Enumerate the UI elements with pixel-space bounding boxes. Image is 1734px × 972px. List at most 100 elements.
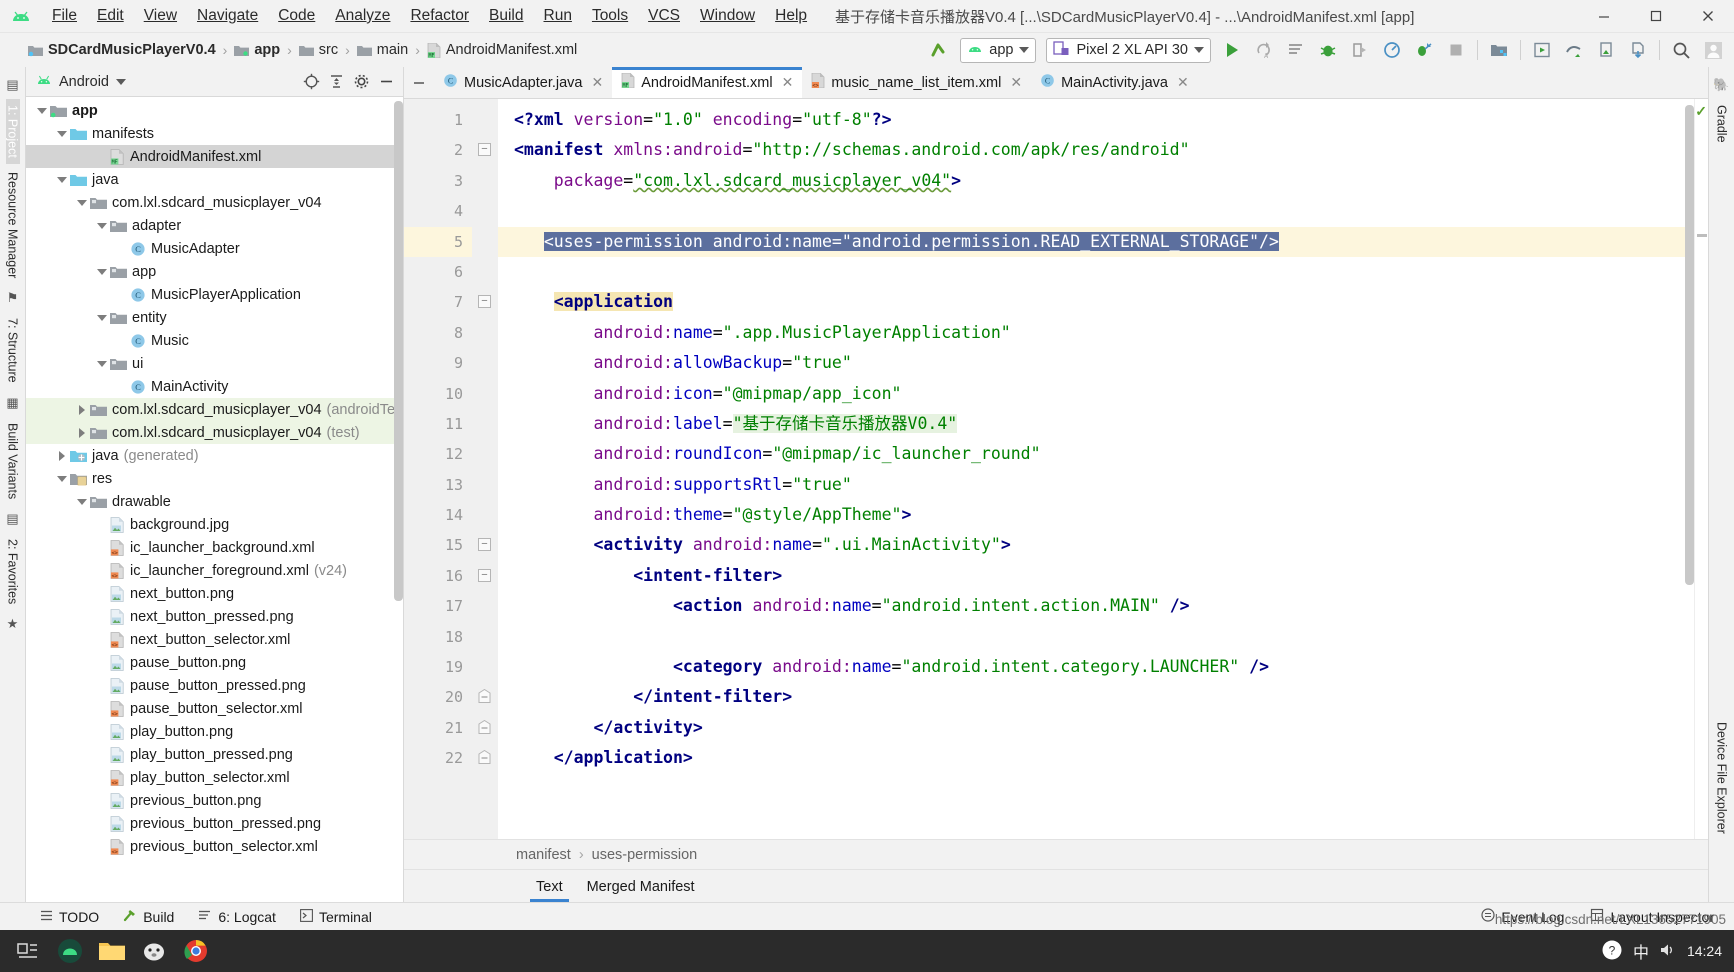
tree-row[interactable]: C MusicAdapter	[26, 237, 403, 260]
apply-code-changes-icon[interactable]	[1281, 36, 1311, 64]
tree-twisty-expanded-icon[interactable]	[34, 107, 50, 114]
debug-icon[interactable]	[1313, 36, 1343, 64]
menu-item-run[interactable]: Run	[534, 4, 582, 28]
menu-item-file[interactable]: File	[42, 4, 87, 28]
code-folding-gutter[interactable]: − − − −	[472, 99, 498, 839]
tree-row[interactable]: play_button.png	[26, 720, 403, 743]
tree-twisty-expanded-icon[interactable]	[94, 222, 110, 229]
task-view-icon[interactable]	[14, 937, 42, 965]
help-circle-icon[interactable]: ?	[1601, 939, 1623, 964]
avd-manager-icon[interactable]	[1527, 36, 1557, 64]
apply-changes-icon[interactable]: A	[1249, 36, 1279, 64]
status-todo[interactable]: TODO	[30, 909, 109, 925]
layout-inspector-icon[interactable]	[1623, 36, 1653, 64]
tree-row[interactable]: java (generated)	[26, 444, 403, 467]
sdk-manager-icon[interactable]	[1484, 36, 1514, 64]
tree-row[interactable]: previous_button.png	[26, 789, 403, 812]
project-view-selector-label[interactable]: Android	[59, 74, 109, 90]
menu-item-build[interactable]: Build	[479, 4, 533, 28]
device-file-explorer-icon[interactable]	[1591, 36, 1621, 64]
collapse-all-icon[interactable]	[325, 71, 347, 93]
menu-bar[interactable]: File Edit View Navigate Code Analyze Ref…	[42, 4, 817, 28]
breadcrumb-item-src[interactable]: src	[298, 42, 338, 58]
tree-twisty-expanded-icon[interactable]	[74, 199, 90, 206]
rail-item-build-variants[interactable]: Build Variants	[6, 417, 20, 505]
menu-item-navigate[interactable]: Navigate	[187, 4, 268, 28]
fold-end-icon[interactable]	[478, 719, 491, 734]
inspection-ok-icon[interactable]: ✓	[1695, 103, 1707, 120]
tree-twisty-collapsed-icon[interactable]	[54, 450, 70, 461]
status-logcat[interactable]: 6: Logcat	[188, 909, 286, 925]
tree-row[interactable]: <> ic_launcher_background.xml	[26, 536, 403, 559]
tree-twisty-expanded-icon[interactable]	[74, 498, 90, 505]
taskbar-clock[interactable]: 14:24	[1687, 943, 1722, 959]
tab-main-activity-java[interactable]: C MainActivity.java ✕	[1031, 67, 1198, 98]
fold-collapse-icon[interactable]: −	[478, 568, 491, 582]
fold-collapse-icon[interactable]: −	[478, 538, 491, 552]
tree-row[interactable]: com.lxl.sdcard_musicplayer_v04	[26, 191, 403, 214]
tree-row[interactable]: manifests	[26, 122, 403, 145]
search-icon[interactable]	[1666, 36, 1696, 64]
tree-row[interactable]: <> ic_launcher_foreground.xml (v24)	[26, 559, 403, 582]
tree-row[interactable]: background.jpg	[26, 513, 403, 536]
tree-twisty-expanded-icon[interactable]	[54, 475, 70, 482]
run-configuration-selector[interactable]: app	[960, 37, 1037, 63]
tab-music-name-list-item-xml[interactable]: <> music_name_list_item.xml ✕	[802, 67, 1031, 98]
menu-item-vcs[interactable]: VCS	[638, 4, 690, 28]
tree-row[interactable]: pause_button.png	[26, 651, 403, 674]
tree-twisty-collapsed-icon[interactable]	[74, 427, 90, 438]
rail-item-favorites[interactable]: 2: Favorites	[6, 533, 20, 610]
ime-indicator[interactable]: 中	[1633, 939, 1649, 963]
tree-row[interactable]: next_button.png	[26, 582, 403, 605]
device-selector[interactable]: Pixel 2 XL API 30	[1046, 37, 1211, 63]
rail-item-structure[interactable]: 7: Structure	[6, 312, 20, 389]
menu-item-window[interactable]: Window	[690, 4, 765, 28]
editor-marker-bar[interactable]: ✓	[1694, 99, 1708, 839]
breadcrumb-item-main[interactable]: main	[356, 42, 408, 58]
tree-twisty-collapsed-icon[interactable]	[74, 404, 90, 415]
close-icon[interactable]: ✕	[1010, 74, 1022, 91]
tab-text-mode[interactable]: Text	[524, 875, 575, 902]
chrome-icon[interactable]	[182, 937, 210, 965]
source-code-text[interactable]: <?xml version="1.0" encoding="utf-8"?> <…	[498, 99, 1694, 839]
tree-row[interactable]: entity	[26, 306, 403, 329]
tree-row[interactable]: drawable	[26, 490, 403, 513]
rail-item-device-file-explorer[interactable]: Device File Explorer	[1715, 716, 1729, 840]
rail-item-project[interactable]: 1: Project	[5, 99, 20, 164]
tree-row[interactable]: C MainActivity	[26, 375, 403, 398]
minimize-button[interactable]	[1578, 0, 1630, 33]
breadcrumb-item-manifest[interactable]: MF AndroidManifest.xml	[427, 42, 577, 58]
close-button[interactable]	[1682, 0, 1734, 33]
tree-row[interactable]: java	[26, 168, 403, 191]
menu-item-tools[interactable]: Tools	[582, 4, 638, 28]
rail-item-gradle[interactable]: Gradle	[1715, 99, 1729, 149]
tree-twisty-expanded-icon[interactable]	[54, 130, 70, 137]
tree-twisty-expanded-icon[interactable]	[54, 176, 70, 183]
tree-row[interactable]: play_button_pressed.png	[26, 743, 403, 766]
run-coverage-icon[interactable]	[1409, 36, 1439, 64]
tab-merged-manifest-mode[interactable]: Merged Manifest	[575, 875, 707, 902]
tree-row[interactable]: adapter	[26, 214, 403, 237]
status-build[interactable]: Build	[113, 909, 184, 925]
editor-scrollbar[interactable]	[1685, 99, 1694, 839]
attach-debugger-icon[interactable]	[1345, 36, 1375, 64]
sync-project-icon[interactable]	[924, 36, 954, 64]
close-icon[interactable]: ✕	[591, 74, 603, 91]
menu-item-refactor[interactable]: Refactor	[400, 4, 479, 28]
stop-icon[interactable]	[1441, 36, 1471, 64]
tree-row[interactable]: <> play_button_selector.xml	[26, 766, 403, 789]
project-tree[interactable]: app manifests MF AndroidManifest.xml java com…	[26, 97, 403, 902]
android-studio-icon[interactable]	[56, 937, 84, 965]
menu-item-view[interactable]: View	[134, 4, 187, 28]
tree-row[interactable]: <> next_button_selector.xml	[26, 628, 403, 651]
fold-collapse-icon[interactable]: −	[478, 143, 491, 157]
tree-row[interactable]: com.lxl.sdcard_musicplayer_v04 (test)	[26, 421, 403, 444]
tree-row[interactable]: <> pause_button_selector.xml	[26, 697, 403, 720]
tree-row[interactable]: C Music	[26, 329, 403, 352]
tab-android-manifest-xml[interactable]: MF AndroidManifest.xml ✕	[612, 67, 803, 98]
menu-item-edit[interactable]: Edit	[87, 4, 134, 28]
app-icon[interactable]	[140, 937, 168, 965]
fold-collapse-icon[interactable]: −	[478, 295, 491, 309]
code-breadcrumb-uses-permission[interactable]: uses-permission	[592, 847, 698, 863]
tab-music-adapter-java[interactable]: C MusicAdapter.java ✕	[434, 67, 612, 98]
